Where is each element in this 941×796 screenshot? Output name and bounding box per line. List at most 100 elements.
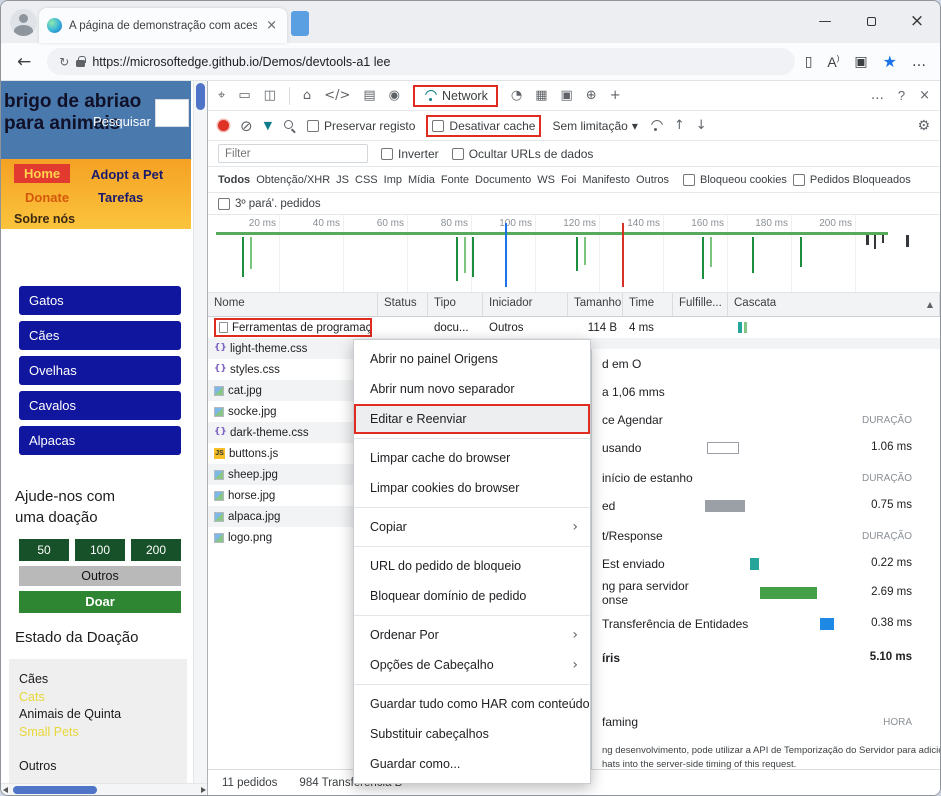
menu-item-header-options[interactable]: Opções de Cabeçalho › [354,650,590,680]
scroll-left-arrow-icon[interactable] [3,787,8,793]
menu-item-clear-cookies[interactable]: Limpar cookies do browser [354,473,590,503]
table-row-document[interactable]: Ferramentas de programação I docu... Out… [208,317,940,338]
menu-item-edit-and-resend[interactable]: Editar e Reenviar [354,404,590,434]
home-panel-icon[interactable]: ⌂ [303,88,311,103]
type-filter-img[interactable]: Imp [384,174,402,186]
vertical-scrollbar-thumb[interactable] [196,83,205,110]
column-header-status[interactable]: Status [378,293,428,316]
hide-data-urls-checkbox[interactable]: Ocultar URLs de dados [451,147,593,161]
close-devtools-icon[interactable]: × [919,88,930,103]
type-filter-xhr[interactable]: Obtenção/XHR [256,174,330,186]
memory-panel-icon[interactable]: ▦ [535,88,547,103]
type-filter-wasm[interactable]: Foi [561,174,576,186]
third-party-checkbox[interactable]: 3º pará'. pedidos [218,197,321,210]
column-header-fulfilled[interactable]: Fulfille... [673,293,728,316]
more-tools-icon[interactable]: … [871,88,884,103]
nav-item-donate[interactable]: Donate [25,190,69,205]
menu-item-sort-by[interactable]: Ordenar Por › [354,620,590,650]
nav-item-tasks[interactable]: Tarefas [98,190,143,205]
type-filter-other[interactable]: Outros [636,174,669,186]
browser-menu-icon[interactable]: … [912,54,926,70]
close-window-button[interactable]: × [894,1,940,41]
device-emulation-icon[interactable]: ▭ [238,88,250,103]
maximize-button[interactable] [848,1,894,41]
menu-item-open-in-sources[interactable]: Abrir no painel Origens [354,344,590,374]
import-har-icon[interactable]: ↑ [674,118,685,133]
donate-50-button[interactable]: 50 [19,539,69,561]
scroll-right-arrow-icon[interactable] [201,787,206,793]
category-button-sheep[interactable]: Ovelhas [19,356,181,385]
category-button-alpacas[interactable]: Alpacas [19,426,181,455]
menu-item-copy[interactable]: Copiar › [354,512,590,542]
highlighted-request[interactable]: Ferramentas de programação I [214,318,372,337]
refresh-icon[interactable]: ↻ [59,55,69,69]
type-filter-manifest[interactable]: Manifesto [582,174,630,186]
menu-item-block-request-url[interactable]: URL do pedido de bloqueio [354,551,590,581]
collections-icon[interactable]: ▣ [854,54,867,70]
donate-button[interactable]: Doar [19,591,181,613]
help-icon[interactable]: ? [898,88,905,103]
checkbox-icon[interactable] [307,119,320,132]
filter-input[interactable] [218,144,368,163]
record-icon[interactable] [218,120,229,131]
checkbox-icon[interactable] [792,173,805,186]
sort-ascending-icon[interactable]: ▲ [927,300,933,309]
inspect-icon[interactable]: ⌖ [218,88,225,103]
dock-side-icon[interactable]: ◫ [264,88,276,103]
type-filter-font[interactable]: Fonte [441,174,469,186]
preserve-log-checkbox[interactable]: Preservar registo [307,119,415,133]
category-button-dogs[interactable]: Cães [19,321,181,350]
sources-panel-icon[interactable]: </> [324,88,350,103]
favorites-star-icon[interactable]: ★ [883,52,897,71]
donate-200-button[interactable]: 200 [131,539,181,561]
type-filter-js[interactable]: JS [336,174,349,186]
clear-log-icon[interactable]: ⊘ [240,117,253,135]
category-button-cats[interactable]: Gatos [19,286,181,315]
application-panel-icon[interactable]: ▣ [560,88,572,103]
menu-item-block-request-domain[interactable]: Bloquear domínio de pedido [354,581,590,611]
category-button-horses[interactable]: Cavalos [19,391,181,420]
column-header-name[interactable]: Nome [208,293,378,316]
column-header-initiator[interactable]: Iniciador [483,293,568,316]
add-panel-icon[interactable]: + [610,88,621,103]
page-vertical-scrollbar[interactable] [193,81,207,783]
checkbox-icon[interactable] [381,147,393,160]
search-icon[interactable] [283,119,296,132]
menu-item-save-as[interactable]: Guardar como... [354,749,590,779]
disable-cache-checkbox[interactable]: Desativar cache [426,114,542,137]
browser-tab[interactable]: A página de demonstração com acessibilid… [39,8,287,43]
column-header-time[interactable]: Time [623,293,673,316]
filter-funnel-icon[interactable]: ▼ [264,119,272,132]
donate-100-button[interactable]: 100 [75,539,125,561]
checkbox-icon[interactable] [432,119,445,132]
throttling-dropdown[interactable]: Sem limitação ▾ [552,119,637,133]
back-button[interactable]: ← [11,52,37,72]
nav-item-adopt[interactable]: Adopt a Pet [91,167,163,182]
column-header-type[interactable]: Tipo [428,293,483,316]
site-search-input[interactable] [155,99,189,127]
profile-avatar-icon[interactable] [10,9,37,36]
checkbox-icon[interactable] [218,197,230,210]
horizontal-scrollbar-thumb[interactable] [13,786,97,794]
blocked-cookies-checkbox[interactable]: Bloqueou cookies [683,173,787,186]
column-header-waterfall[interactable]: Cascata ▲ [728,293,940,316]
tab-close-icon[interactable]: × [264,18,279,33]
checkbox-icon[interactable] [451,147,464,160]
network-conditions-icon[interactable] [649,120,663,131]
network-overview-timeline[interactable]: 20 ms 40 ms 60 ms 80 ms 100 ms 120 ms 14… [208,215,940,293]
menu-item-open-in-new-tab[interactable]: Abrir num novo separador [354,374,590,404]
performance-panel-icon[interactable]: ◔ [511,88,522,103]
network-settings-gear-icon[interactable]: ⚙ [917,118,930,134]
nav-item-home[interactable]: Home [14,164,71,183]
tab-network[interactable]: Network [413,84,498,107]
column-header-size[interactable]: Tamanho [568,293,623,316]
type-filter-css[interactable]: CSS [355,174,378,186]
type-filter-media[interactable]: Mídia [408,174,435,186]
address-bar[interactable]: ↻ https://microsoftedge.github.io/Demos/… [47,48,795,75]
minimize-button[interactable]: — [802,1,848,41]
type-filter-ws[interactable]: WS [537,174,555,186]
type-filter-doc[interactable]: Documento [475,174,531,186]
donate-other-field[interactable]: Outros [19,566,181,586]
split-screen-icon[interactable]: ▯ [805,54,813,70]
console-panel-icon[interactable]: ▤ [363,88,375,103]
